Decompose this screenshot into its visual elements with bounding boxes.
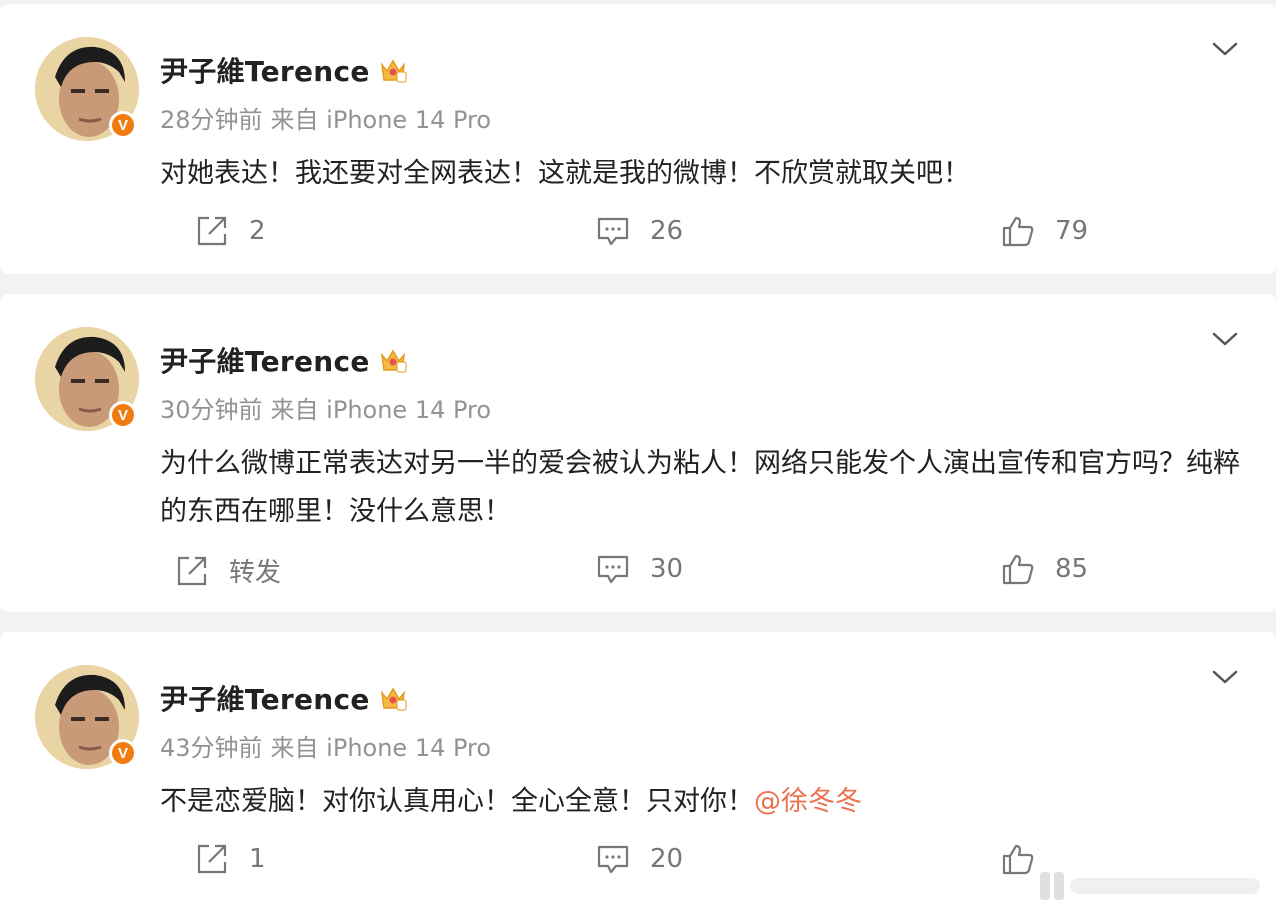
post-source: 来自 iPhone 14 Pro	[270, 734, 492, 762]
post-text: 不是恋爱脑！对你认真用心！全心全意！只对你！@徐冬冬	[160, 786, 862, 817]
repost-label: 转发	[229, 558, 282, 588]
verified-badge-icon: V	[109, 401, 137, 429]
like-button[interactable]: 79	[1001, 214, 1088, 248]
post-text: 为什么微博正常表达对另一半的爱会被认为粘人！网络只能发个人演出宣传和官方吗？纯粹…	[160, 448, 1240, 527]
watermark-icon	[1040, 872, 1260, 900]
crown-badge-icon	[380, 59, 407, 83]
crown-badge-icon	[380, 349, 407, 373]
like-icon	[1002, 844, 1034, 875]
repost-icon	[177, 556, 207, 585]
comment-icon	[597, 217, 629, 246]
chevron-down-icon[interactable]	[1210, 662, 1240, 692]
repost-button[interactable]: 转发	[175, 552, 281, 589]
post-source: 来自 iPhone 14 Pro	[270, 106, 492, 134]
repost-icon	[197, 844, 227, 874]
post-source: 来自 iPhone 14 Pro	[270, 396, 492, 424]
post-time: 28分钟前	[160, 106, 263, 134]
avatar[interactable]: V	[35, 327, 139, 431]
comment-button[interactable]: 20	[596, 842, 683, 876]
post-card[interactable]: V 尹子維Terence 30分钟前 来自 iPhone 14 Pro 为什么微博…	[0, 294, 1276, 612]
comment-count: 30	[650, 554, 684, 584]
post-meta: 28分钟前 来自 iPhone 14 Pro	[160, 100, 491, 135]
comment-button[interactable]: 30	[596, 552, 683, 586]
comment-count: 20	[650, 844, 684, 874]
repost-count: 1	[249, 844, 266, 874]
like-count: 79	[1055, 216, 1089, 246]
post-time: 30分钟前	[160, 396, 263, 424]
avatar[interactable]: V	[35, 665, 139, 769]
repost-button[interactable]: 2	[195, 214, 266, 248]
post-meta: 43分钟前 来自 iPhone 14 Pro	[160, 728, 491, 763]
post-meta: 30分钟前 来自 iPhone 14 Pro	[160, 390, 491, 425]
like-button[interactable]: 85	[1001, 552, 1088, 586]
author-name[interactable]: 尹子維Terence	[160, 678, 370, 718]
post-text: 对她表达！我还要对全网表达！这就是我的微博！不欣赏就取关吧！	[160, 158, 970, 189]
comment-count: 26	[650, 216, 684, 246]
author-name[interactable]: 尹子維Terence	[160, 50, 370, 90]
repost-count: 2	[249, 216, 266, 246]
post-card[interactable]: V 尹子維Terence 43分钟前 来自 iPhone 14 Pro 不是恋爱脑…	[0, 632, 1276, 912]
repost-button[interactable]: 1	[195, 842, 266, 876]
like-icon	[1002, 216, 1034, 247]
like-icon	[1002, 554, 1034, 585]
like-count: 85	[1055, 554, 1089, 584]
comment-icon	[597, 845, 629, 874]
verified-badge-icon: V	[109, 739, 137, 767]
comment-button[interactable]: 26	[596, 214, 683, 248]
avatar[interactable]: V	[35, 37, 139, 141]
comment-icon	[597, 555, 629, 584]
verified-badge-icon: V	[109, 111, 137, 139]
post-card[interactable]: V 尹子維Terence 28分钟前 来自 iPhone 14 Pro 对她表达！…	[0, 4, 1276, 274]
mention-link[interactable]: @徐冬冬	[754, 786, 862, 817]
chevron-down-icon[interactable]	[1210, 34, 1240, 64]
chevron-down-icon[interactable]	[1210, 324, 1240, 354]
post-time: 43分钟前	[160, 734, 263, 762]
crown-badge-icon	[380, 687, 407, 711]
repost-icon	[197, 216, 227, 246]
author-name[interactable]: 尹子維Terence	[160, 340, 370, 380]
